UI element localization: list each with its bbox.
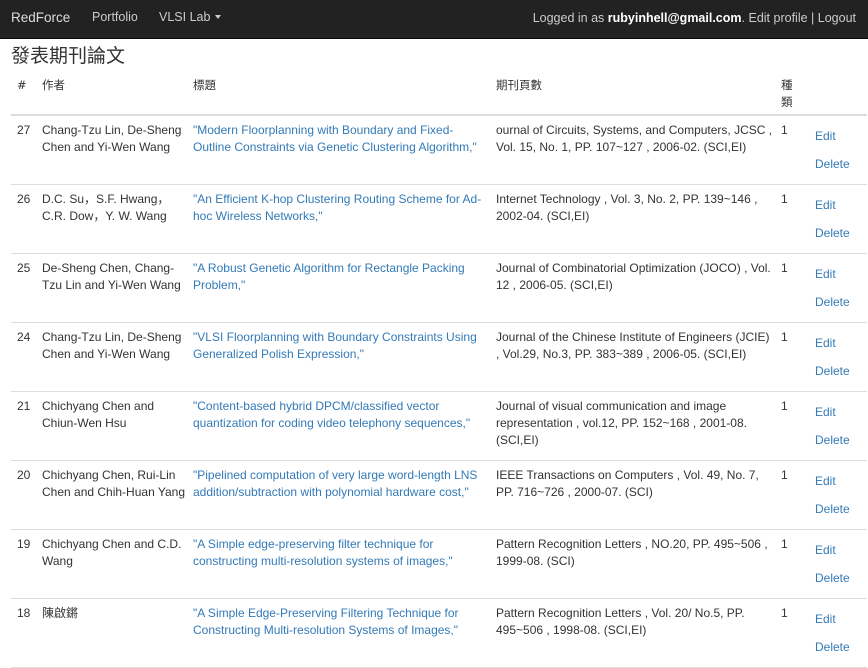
header-journal: 期刊頁數 [496, 78, 542, 92]
table-body: 27 Chang-Tzu Lin, De-Sheng Chen and Yi-W… [11, 116, 867, 668]
user-status: Logged in as rubyinhell@gmail.com. Edit … [533, 11, 856, 25]
table-row: 21 Chichyang Chen and Chiun-Wen Hsu "Con… [11, 392, 867, 461]
email-period: . [741, 11, 745, 25]
row-type: 1 [781, 537, 788, 551]
table-row: 18 陳啟鏘 "A Simple Edge-Preserving Filteri… [11, 599, 867, 668]
row-title-link[interactable]: "Pipelined computation of very large wor… [193, 467, 489, 501]
caret-down-icon [215, 15, 222, 19]
edit-link[interactable]: Edit [815, 473, 836, 490]
row-title-link[interactable]: "A Simple edge-preserving filter techniq… [193, 536, 489, 570]
delete-link[interactable]: Delete [815, 363, 850, 380]
navbar: RedForce Portfolio VLSI Lab Logged in as… [0, 0, 868, 39]
row-type: 1 [781, 606, 788, 620]
delete-link[interactable]: Delete [815, 570, 850, 587]
table-row: 24 Chang-Tzu Lin, De-Sheng Chen and Yi-W… [11, 323, 867, 392]
row-title-link[interactable]: "An Efficient K-hop Clustering Routing S… [193, 191, 489, 225]
row-author: Chang-Tzu Lin, De-Sheng Chen and Yi-Wen … [42, 123, 182, 154]
row-author: D.C. Su，S.F. Hwang，C.R. Dow，Y. W. Wang [42, 192, 170, 223]
edit-profile-link[interactable]: Edit profile [748, 11, 807, 25]
row-author: De-Sheng Chen, Chang-Tzu Lin and Yi-Wen … [42, 261, 181, 292]
edit-link[interactable]: Edit [815, 611, 836, 628]
row-type: 1 [781, 330, 788, 344]
header-type-line2: 類 [781, 95, 793, 109]
row-num: 18 [17, 606, 31, 620]
row-journal: Pattern Recognition Letters , Vol. 20/ N… [496, 606, 745, 637]
row-num: 21 [17, 399, 31, 413]
row-type: 1 [781, 192, 788, 206]
delete-link[interactable]: Delete [815, 294, 850, 311]
edit-link[interactable]: Edit [815, 542, 836, 559]
nav-vlsi-lab-label: VLSI Lab [159, 10, 211, 24]
header-type-line1: 種 [781, 78, 793, 92]
row-type: 1 [781, 399, 788, 413]
row-num: 24 [17, 330, 31, 344]
row-journal: Journal of the Chinese Institute of Engi… [496, 330, 770, 361]
row-num: 25 [17, 261, 31, 275]
nav-separator: | [811, 11, 815, 25]
logout-link[interactable]: Logout [818, 11, 856, 25]
row-journal: Pattern Recognition Letters , NO.20, PP.… [496, 537, 768, 568]
row-author: Chichyang Chen, Rui-Lin Chen and Chih-Hu… [42, 468, 185, 499]
brand-link[interactable]: RedForce [11, 10, 70, 25]
header-num: # [17, 78, 27, 92]
nav-portfolio[interactable]: Portfolio [92, 10, 138, 24]
delete-link[interactable]: Delete [815, 501, 850, 518]
row-num: 27 [17, 123, 31, 137]
edit-link[interactable]: Edit [815, 197, 836, 214]
delete-link[interactable]: Delete [815, 432, 850, 449]
nav-vlsi-lab-dropdown[interactable]: VLSI Lab [159, 10, 222, 24]
row-type: 1 [781, 123, 788, 137]
edit-link[interactable]: Edit [815, 404, 836, 421]
row-num: 26 [17, 192, 31, 206]
user-email: rubyinhell@gmail.com [607, 11, 742, 25]
row-title-link[interactable]: "A Simple Edge-Preserving Filtering Tech… [193, 605, 489, 639]
table-row: 19 Chichyang Chen and C.D. Wang "A Simpl… [11, 530, 867, 599]
row-journal: ournal of Circuits, Systems, and Compute… [496, 123, 773, 154]
table-row: 26 D.C. Su，S.F. Hwang，C.R. Dow，Y. W. Wan… [11, 185, 867, 254]
row-author: Chang-Tzu Lin, De-Sheng Chen and Yi-Wen … [42, 330, 182, 361]
row-journal: IEEE Transactions on Computers , Vol. 49… [496, 468, 759, 499]
table-header: # 作者 標題 期刊頁數 種類 [11, 74, 867, 116]
row-title-link[interactable]: "Content-based hybrid DPCM/classified ve… [193, 398, 489, 432]
edit-link[interactable]: Edit [815, 335, 836, 352]
header-type: 種類 [781, 77, 793, 111]
table-row: 25 De-Sheng Chen, Chang-Tzu Lin and Yi-W… [11, 254, 867, 323]
row-type: 1 [781, 468, 788, 482]
logged-in-prefix: Logged in as [532, 11, 605, 25]
page-title: 發表期刊論文 [11, 45, 126, 67]
row-num: 19 [17, 537, 31, 551]
edit-link[interactable]: Edit [815, 128, 836, 145]
delete-link[interactable]: Delete [815, 639, 850, 656]
header-author: 作者 [42, 78, 65, 92]
table-row: 27 Chang-Tzu Lin, De-Sheng Chen and Yi-W… [11, 116, 867, 185]
row-author: 陳啟鏘 [42, 606, 79, 620]
row-journal: Journal of Combinatorial Optimization (J… [496, 261, 771, 292]
row-author: Chichyang Chen and Chiun-Wen Hsu [42, 399, 155, 430]
row-num: 20 [17, 468, 31, 482]
row-title-link[interactable]: "A Robust Genetic Algorithm for Rectangl… [193, 260, 489, 294]
table-row: 20 Chichyang Chen, Rui-Lin Chen and Chih… [11, 461, 867, 530]
row-journal: Journal of visual communication and imag… [496, 399, 747, 447]
row-title-link[interactable]: "VLSI Floorplanning with Boundary Constr… [193, 329, 489, 363]
row-journal: Internet Technology , Vol. 3, No. 2, PP.… [496, 192, 758, 223]
delete-link[interactable]: Delete [815, 225, 850, 242]
row-author: Chichyang Chen and C.D. Wang [42, 537, 182, 568]
delete-link[interactable]: Delete [815, 156, 850, 173]
row-title-link[interactable]: "Modern Floorplanning with Boundary and … [193, 122, 489, 156]
row-type: 1 [781, 261, 788, 275]
header-title: 標題 [193, 78, 216, 92]
edit-link[interactable]: Edit [815, 266, 836, 283]
